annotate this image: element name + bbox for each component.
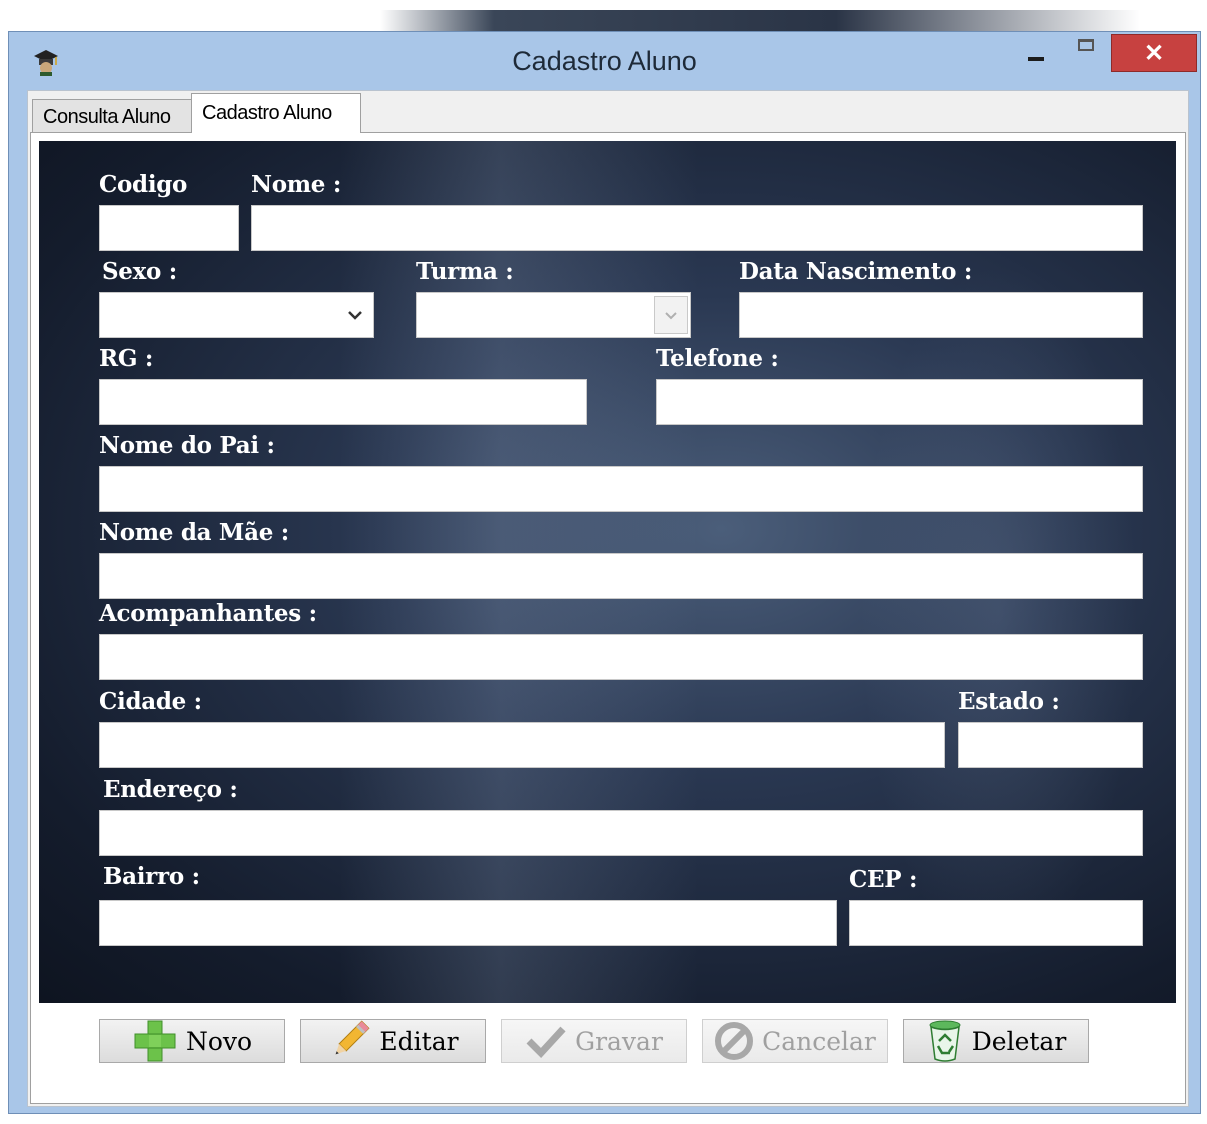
endereco-input[interactable] bbox=[99, 810, 1143, 856]
cep-label: CEP : bbox=[849, 866, 918, 893]
cancelar-button-label: Cancelar bbox=[762, 1026, 876, 1056]
nome-label: Nome : bbox=[251, 171, 342, 198]
deletar-button-label: Deletar bbox=[971, 1026, 1067, 1056]
checkmark-icon bbox=[526, 1026, 566, 1059]
minimize-icon bbox=[1028, 57, 1044, 61]
window-client-area: Consulta Aluno Cadastro Aluno Codigo Nom… bbox=[27, 90, 1189, 1107]
nome-input[interactable] bbox=[251, 205, 1143, 251]
chevron-down-icon[interactable] bbox=[337, 293, 373, 337]
data-nascimento-input[interactable] bbox=[739, 292, 1143, 338]
plus-icon bbox=[134, 1020, 176, 1062]
recycle-bin-icon bbox=[929, 1020, 961, 1062]
bairro-label: Bairro : bbox=[103, 863, 200, 890]
nome-mae-input[interactable] bbox=[99, 553, 1143, 599]
nome-pai-label: Nome do Pai : bbox=[99, 432, 275, 459]
deletar-button[interactable]: Deletar bbox=[903, 1019, 1089, 1063]
action-button-bar: Novo Editar Gravar Cancelar Deletar bbox=[31, 1013, 1185, 1083]
cep-input[interactable] bbox=[849, 900, 1143, 946]
form-panel: Codigo Nome : Sexo : Turma : Data Nascim… bbox=[39, 141, 1176, 1003]
bairro-input[interactable] bbox=[99, 900, 837, 946]
telefone-input[interactable] bbox=[656, 379, 1143, 425]
novo-button[interactable]: Novo bbox=[99, 1019, 285, 1063]
rg-input[interactable] bbox=[99, 379, 587, 425]
nome-pai-input[interactable] bbox=[99, 466, 1143, 512]
nome-mae-label: Nome da Mãe : bbox=[99, 519, 289, 546]
maximize-icon bbox=[1078, 39, 1094, 51]
novo-button-label: Novo bbox=[185, 1026, 253, 1056]
background-logo-glow bbox=[859, 261, 1139, 961]
tab-consulta-aluno[interactable]: Consulta Aluno bbox=[32, 99, 192, 135]
turma-label: Turma : bbox=[416, 258, 514, 285]
data-nascimento-label: Data Nascimento : bbox=[739, 258, 973, 285]
close-button[interactable]: ✕ bbox=[1111, 34, 1197, 72]
cancel-icon bbox=[715, 1022, 754, 1060]
cancelar-button[interactable]: Cancelar bbox=[702, 1019, 888, 1063]
cidade-label: Cidade : bbox=[99, 688, 202, 715]
telefone-label: Telefone : bbox=[656, 345, 779, 372]
turma-select[interactable] bbox=[416, 292, 691, 338]
tab-page-cadastro: Codigo Nome : Sexo : Turma : Data Nascim… bbox=[30, 132, 1186, 1104]
title-bar[interactable]: Cadastro Aluno ✕ bbox=[9, 32, 1200, 90]
sexo-select[interactable] bbox=[99, 292, 374, 338]
estado-input[interactable] bbox=[958, 722, 1143, 768]
tab-cadastro-aluno[interactable]: Cadastro Aluno bbox=[191, 93, 361, 133]
codigo-input[interactable] bbox=[99, 205, 239, 251]
app-window: Cadastro Aluno ✕ Consulta Aluno Cadastro… bbox=[8, 31, 1201, 1114]
editar-button[interactable]: Editar bbox=[300, 1019, 486, 1063]
maximize-button[interactable] bbox=[1064, 32, 1108, 72]
rg-label: RG : bbox=[99, 345, 154, 372]
endereco-label: Endereço : bbox=[103, 776, 238, 803]
acompanhantes-input[interactable] bbox=[99, 634, 1143, 680]
gravar-button[interactable]: Gravar bbox=[501, 1019, 687, 1063]
gravar-button-label: Gravar bbox=[575, 1026, 663, 1056]
sexo-label: Sexo : bbox=[102, 258, 177, 285]
estado-label: Estado : bbox=[958, 688, 1060, 715]
cidade-input[interactable] bbox=[99, 722, 945, 768]
minimize-button[interactable] bbox=[1014, 32, 1058, 72]
chevron-down-icon[interactable] bbox=[654, 296, 688, 334]
acompanhantes-label: Acompanhantes : bbox=[99, 600, 317, 627]
editar-button-label: Editar bbox=[379, 1026, 459, 1056]
close-icon: ✕ bbox=[1143, 39, 1165, 67]
pencil-icon bbox=[335, 1020, 370, 1055]
codigo-label: Codigo bbox=[99, 171, 188, 198]
desktop-background bbox=[0, 0, 1207, 34]
